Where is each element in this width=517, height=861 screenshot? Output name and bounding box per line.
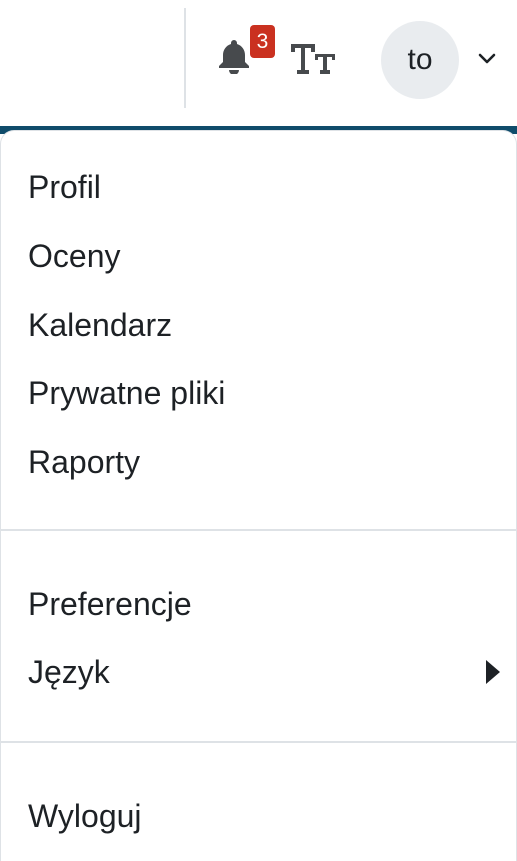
menu-item-private-files[interactable]: Prywatne pliki <box>1 365 516 421</box>
notification-count-badge: 3 <box>250 25 275 58</box>
notifications-button[interactable]: 3 <box>212 25 275 80</box>
text-size-icon <box>291 44 335 74</box>
user-menu-toggle[interactable] <box>473 44 501 74</box>
menu-item-logout[interactable]: Wyloguj <box>1 788 516 844</box>
menu-item-profile[interactable]: Profil <box>1 159 516 215</box>
menu-item-preferences[interactable]: Preferencje <box>1 576 516 632</box>
page: 3 to Profil Oceny Kalendarz Prywatne pli… <box>0 0 517 861</box>
user-avatar[interactable]: to <box>381 21 459 99</box>
chevron-down-icon <box>478 53 496 64</box>
menu-item-language-label: Język <box>28 654 110 690</box>
text-size-button[interactable] <box>288 40 338 80</box>
menu-item-language[interactable]: Język <box>1 644 516 700</box>
menu-divider <box>1 741 516 743</box>
menu-divider <box>1 529 516 531</box>
menu-item-reports[interactable]: Raporty <box>1 434 516 490</box>
top-navbar: 3 to <box>0 0 517 126</box>
navbar-divider <box>184 8 186 108</box>
caret-right-icon <box>486 660 500 684</box>
menu-item-grades[interactable]: Oceny <box>1 228 516 284</box>
menu-item-calendar[interactable]: Kalendarz <box>1 297 516 353</box>
bell-icon <box>219 40 249 74</box>
user-menu-dropdown: Profil Oceny Kalendarz Prywatne pliki Ra… <box>0 130 517 861</box>
